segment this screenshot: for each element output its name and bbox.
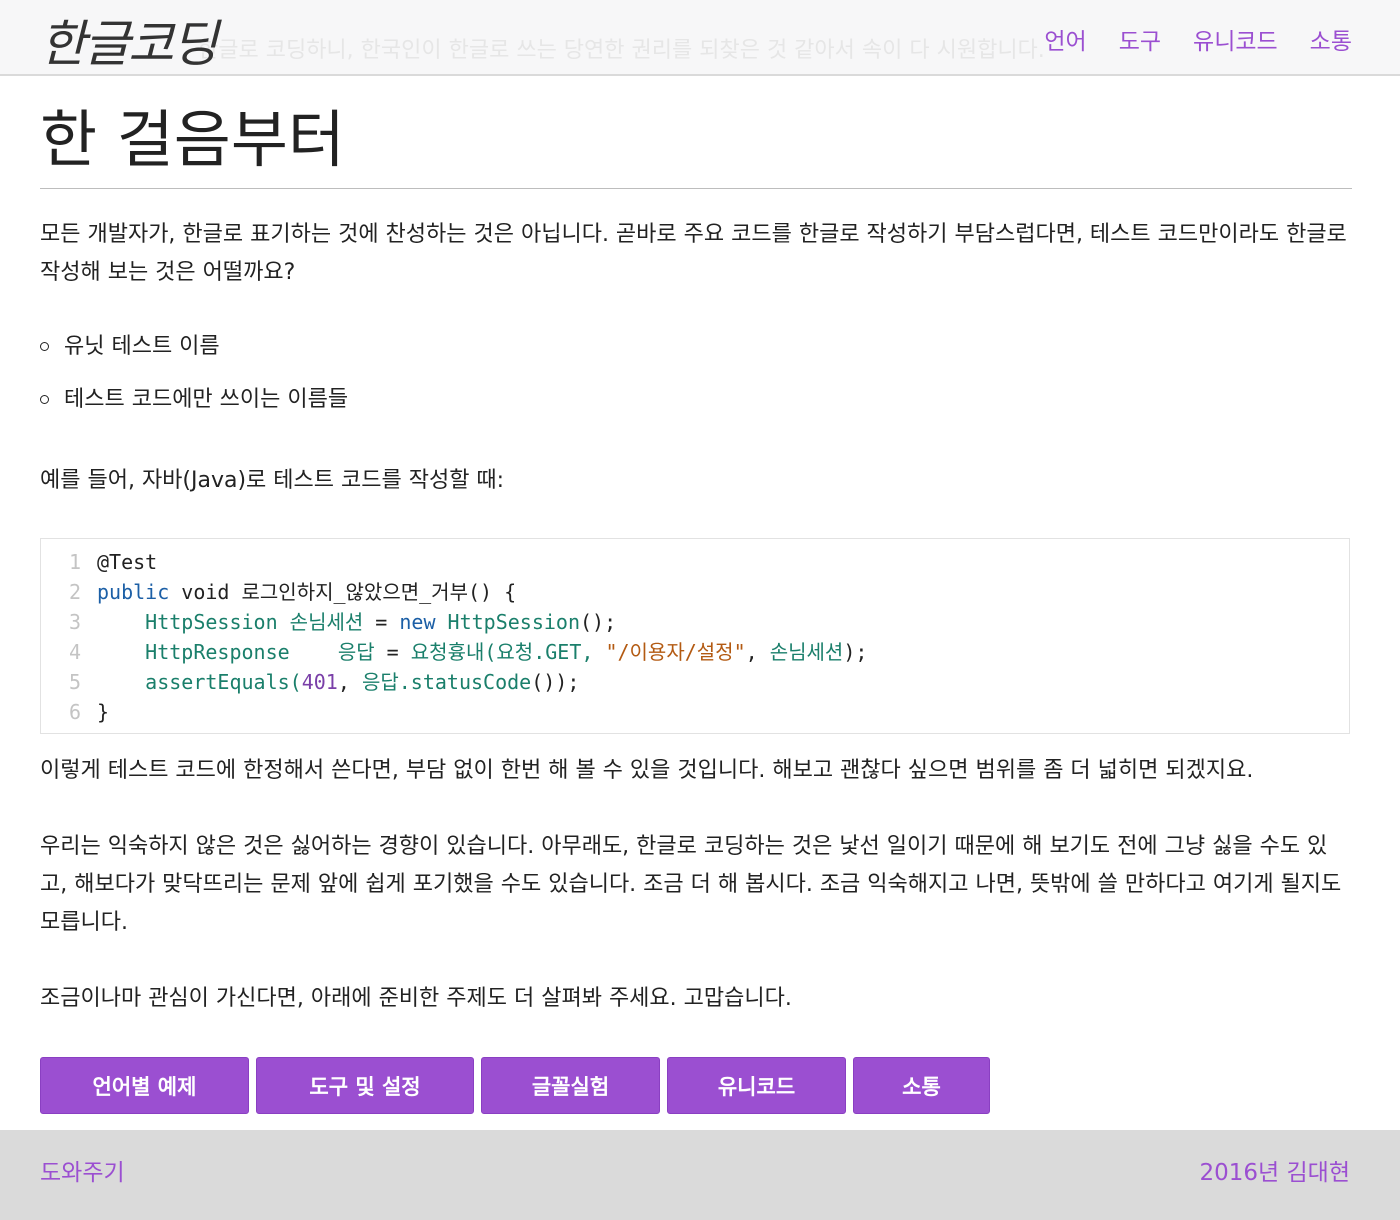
code-block: 1 @Test 2 public void 로그인하지_않았으면_거부() { 3 …	[40, 538, 1350, 734]
line-number: 3	[68, 610, 81, 634]
nav-link-unicode[interactable]: 유니코드	[1193, 22, 1278, 56]
site-logo[interactable]: 한글코딩	[40, 4, 218, 76]
code-punctuation: ,	[745, 640, 770, 664]
help-link[interactable]: 도와주기	[40, 1153, 125, 1187]
community-button[interactable]: 소통	[853, 1057, 990, 1114]
code-number: 401	[301, 670, 338, 694]
code-operator: =	[374, 640, 411, 664]
topic-buttons: 언어별 예제 도구 및 설정 글꼴실험 유니코드 소통	[40, 1057, 990, 1114]
main-content: 한 걸음부터 모든 개발자가, 한글로 표기하는 것에 찬성하는 것은 아닙니다…	[40, 100, 1352, 1114]
code-call: assertEquals(	[145, 670, 302, 694]
code-line: 6}	[41, 697, 109, 727]
code-line: 3 HttpSession 손님세션 = new HttpSession();	[41, 607, 616, 637]
after-code-paragraph: 이렇게 테스트 코드에 한정해서 쓴다면, 부담 없이 한번 해 볼 수 있을 …	[40, 758, 1254, 783]
code-argument: 손님세션	[769, 640, 844, 664]
line-number: 5	[68, 670, 81, 694]
code-declaration: HttpResponse 응답	[145, 640, 375, 664]
code-keyword: public	[97, 580, 170, 604]
nav-link-tools[interactable]: 도구	[1119, 22, 1161, 56]
encourage-paragraph: 우리는 익숙하지 않은 것은 싫어하는 경향이 있습니다. 아무래도, 한글로 …	[40, 834, 1342, 935]
line-number: 2	[68, 580, 81, 604]
footer: 도와주기 2016년 김대현	[0, 1130, 1400, 1220]
language-examples-button[interactable]: 언어별 예제	[40, 1057, 249, 1114]
list-item: 유닛 테스트 이름	[40, 328, 348, 381]
line-number: 6	[68, 700, 81, 724]
code-punctuation: ());	[531, 670, 580, 694]
main-nav: 언어 도구 유니코드 소통	[1044, 22, 1352, 56]
code-call: 요청흉내(요청.GET,	[410, 640, 606, 664]
top-navbar: 한글로 코딩하니, 한국인이 한글로 쓰는 당연한 권리를 되찾은 것 같아서 …	[0, 0, 1400, 76]
code-argument: 응답.statusCode	[361, 670, 532, 694]
code-annotation: @Test	[97, 550, 158, 574]
code-line: 4 HttpResponse 응답 = 요청흉내(요청.GET, "/이용자/설…	[41, 637, 867, 667]
code-brace: }	[97, 700, 110, 724]
code-punctuation: );	[843, 640, 868, 664]
closing-paragraph: 조금이나마 관심이 가신다면, 아래에 준비한 주제도 더 살펴봐 주세요. 고…	[40, 986, 792, 1011]
intro-paragraph: 모든 개발자가, 한글로 표기하는 것에 찬성하는 것은 아닙니다. 곧바로 주…	[40, 222, 1347, 285]
example-intro: 예를 들어, 자바(Java)로 테스트 코드를 작성할 때:	[40, 468, 505, 493]
tools-settings-button[interactable]: 도구 및 설정	[256, 1057, 474, 1114]
code-constructor: HttpSession	[435, 610, 581, 634]
code-line: 1 @Test	[41, 547, 157, 577]
code-line: 5 assertEquals(401, 응답.statusCode());	[41, 667, 579, 697]
bullet-list: 유닛 테스트 이름 테스트 코드에만 쓰이는 이름들	[40, 328, 348, 434]
code-punctuation: ,	[337, 670, 362, 694]
code-keyword: new	[399, 610, 436, 634]
code-line: 2 public void 로그인하지_않았으면_거부() {	[41, 577, 516, 607]
nav-link-language[interactable]: 언어	[1044, 22, 1086, 56]
tagline: 한글로 코딩하니, 한국인이 한글로 쓰는 당연한 권리를 되찾은 것 같아서 …	[198, 38, 1045, 63]
line-number: 4	[68, 640, 81, 664]
code-operator: =	[363, 610, 400, 634]
unicode-button[interactable]: 유니코드	[667, 1057, 846, 1114]
code-punctuation: ();	[580, 610, 617, 634]
nav-link-community[interactable]: 소통	[1310, 22, 1352, 56]
code-string: "/이용자/설정"	[605, 640, 746, 664]
page-title: 한 걸음부터	[40, 100, 1352, 189]
copyright-link[interactable]: 2016년 김대현	[1200, 1153, 1350, 1187]
code-method-signature: void 로그인하지_않았으면_거부() {	[169, 580, 517, 604]
line-number: 1	[68, 550, 81, 574]
list-item: 테스트 코드에만 쓰이는 이름들	[40, 381, 348, 434]
code-declaration: HttpSession 손님세션	[145, 610, 364, 634]
font-experiment-button[interactable]: 글꼴실험	[481, 1057, 660, 1114]
